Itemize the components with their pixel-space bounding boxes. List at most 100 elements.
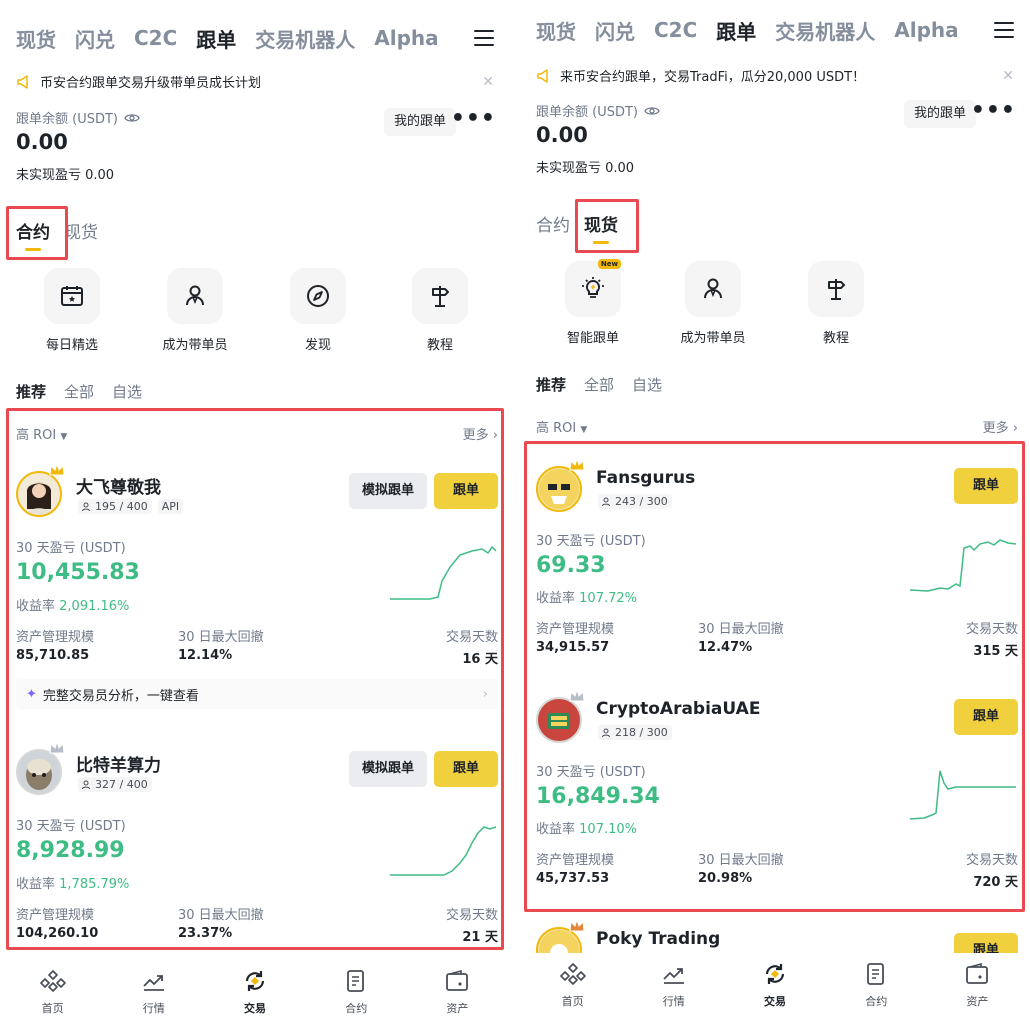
mdd-label: 30 日最大回撤 [178, 630, 264, 645]
tab-futures[interactable]: 合约 [16, 218, 50, 251]
quick-label: 成为带单员 [162, 338, 228, 353]
quick-daily-picks[interactable]: 每日精选 [22, 268, 122, 353]
nav-tab-spot[interactable]: 现货 [536, 16, 576, 45]
sort-label: 高 ROI [16, 428, 57, 443]
nav-tab-copy-trading[interactable]: 跟单 [716, 16, 756, 45]
tab-futures[interactable]: 合约 [536, 211, 570, 244]
bottom-nav-futures[interactable]: 合约 [306, 960, 407, 1029]
analysis-link[interactable]: ✦ 完整交易员分析，一键查看 › [16, 679, 498, 709]
tab-favorites[interactable]: 自选 [632, 374, 662, 395]
bottom-nav-label: 首页 [561, 995, 584, 1008]
menu-icon[interactable] [994, 22, 1014, 38]
trader-name[interactable]: 比特羊算力 [76, 751, 161, 776]
announcement-banner[interactable]: 币安合约跟单交易升级带单员成长计划 ✕ [16, 72, 500, 91]
announcement-banner[interactable]: 来币安合约跟单，交易TradFi，瓜分20,000 USDT！ ✕ [536, 66, 1020, 85]
bottom-nav-markets[interactable]: 行情 [103, 960, 204, 1029]
slots-badge: 218 / 300 [598, 725, 672, 740]
tab-spot[interactable]: 现货 [64, 218, 98, 251]
nav-tab-c2c[interactable]: C2C [654, 18, 697, 42]
quick-tutorial[interactable]: 教程 [390, 268, 490, 353]
nav-tab-copy-trading[interactable]: 跟单 [196, 24, 236, 53]
my-copy-button[interactable]: 我的跟单 [383, 108, 456, 136]
close-icon[interactable]: ✕ [1002, 68, 1014, 84]
sort-dropdown[interactable]: 高 ROI ▼ [536, 417, 587, 436]
pnl-value: 8,928.99 [16, 838, 125, 863]
trader-meta: 218 / 300 [598, 725, 678, 740]
trade-swap-icon [765, 964, 785, 984]
slots-text: 218 / 300 [615, 726, 668, 739]
quick-discover[interactable]: 发现 [268, 268, 368, 353]
nav-tab-c2c[interactable]: C2C [134, 26, 177, 50]
close-icon[interactable]: ✕ [482, 74, 494, 90]
trader-card[interactable]: Fansgurus 243 / 300 跟单 30 天盈亏 (USDT) 69.… [536, 457, 1018, 666]
bottom-nav-futures[interactable]: 合约 [826, 953, 927, 1029]
trader-card[interactable]: 比特羊算力 327 / 400 模拟跟单 跟单 30 天盈亏 (USDT) 8,… [16, 740, 498, 949]
copy-button[interactable]: 跟单 [434, 751, 498, 787]
more-icon[interactable]: ••• [451, 106, 496, 131]
quick-become-lead[interactable]: 成为带单员 [663, 261, 763, 346]
filter-row: 高 ROI ▼ 更多 › [16, 424, 498, 443]
trader-name[interactable]: 大飞尊敬我 [76, 473, 161, 498]
pnl-value: 69.33 [536, 553, 606, 578]
more-icon[interactable]: ••• [971, 98, 1016, 123]
trader-card[interactable]: 大飞尊敬我 195 / 400 API 模拟跟单 跟单 30 天盈亏 (USDT… [16, 462, 498, 709]
quick-smart-copy[interactable]: New 智能跟单 [543, 259, 643, 346]
bottom-nav-assets[interactable]: 资产 [927, 953, 1028, 1029]
trader-name[interactable]: CryptoArabiaUAE [596, 699, 760, 719]
top-nav: 现货 闪兑 C2C 跟单 交易机器人 Alpha [536, 14, 1020, 46]
quick-tutorial[interactable]: 教程 [786, 261, 886, 346]
balance-label-text: 跟单余额 (USDT) [536, 105, 638, 120]
avatar[interactable] [536, 466, 582, 512]
bottom-nav-label: 首页 [41, 1002, 64, 1015]
copy-button[interactable]: 跟单 [954, 468, 1018, 504]
menu-icon[interactable] [474, 30, 494, 46]
mock-copy-button[interactable]: 模拟跟单 [348, 751, 427, 787]
nav-tab-alpha[interactable]: Alpha [894, 18, 958, 42]
tab-spot[interactable]: 现货 [584, 211, 618, 244]
pnl-label: 30 天盈亏 (USDT) [16, 819, 126, 834]
my-copy-button[interactable]: 我的跟单 [903, 100, 976, 128]
avatar[interactable] [16, 471, 62, 517]
eye-icon[interactable] [644, 105, 660, 117]
quick-become-lead[interactable]: 成为带单员 [145, 268, 245, 353]
bottom-nav-home[interactable]: 首页 [2, 960, 103, 1029]
bottom-nav-assets[interactable]: 资产 [407, 960, 508, 1029]
tab-favorites[interactable]: 自选 [112, 381, 142, 402]
trader-name[interactable]: Fansgurus [596, 468, 695, 488]
tab-all[interactable]: 全部 [584, 374, 614, 395]
bottom-nav-home[interactable]: 首页 [522, 953, 623, 1029]
mock-copy-button[interactable]: 模拟跟单 [348, 473, 427, 509]
document-icon [347, 970, 365, 992]
tab-recommended[interactable]: 推荐 [16, 381, 46, 402]
nav-tab-bots[interactable]: 交易机器人 [255, 24, 355, 53]
trader-name[interactable]: Poky Trading [596, 929, 720, 949]
quick-label: 教程 [426, 338, 453, 353]
copy-button[interactable]: 跟单 [434, 473, 498, 509]
eye-icon[interactable] [124, 112, 140, 124]
trader-card[interactable]: CryptoArabiaUAE 218 / 300 跟单 30 天盈亏 (USD… [536, 688, 1018, 897]
more-link[interactable]: 更多 › [463, 424, 498, 443]
more-link[interactable]: 更多 › [983, 417, 1018, 436]
nav-tab-bots[interactable]: 交易机器人 [775, 16, 875, 45]
days-value: 16 天 [462, 652, 498, 667]
unrealized-pnl: 未实现盈亏 0.00 [536, 161, 635, 176]
nav-tab-convert[interactable]: 闪兑 [75, 24, 115, 53]
more-label: 更多 [462, 428, 489, 443]
days-label: 交易天数 [445, 630, 498, 645]
tab-all[interactable]: 全部 [64, 381, 94, 402]
bottom-nav-trade[interactable]: 交易 [724, 953, 825, 1029]
quick-label: 智能跟单 [566, 331, 619, 346]
bottom-nav-trade[interactable]: 交易 [204, 960, 305, 1029]
avatar[interactable] [16, 749, 62, 795]
avatar[interactable] [536, 697, 582, 743]
sort-dropdown[interactable]: 高 ROI ▼ [16, 424, 67, 443]
tab-recommended[interactable]: 推荐 [536, 374, 566, 395]
nav-tab-spot[interactable]: 现货 [16, 24, 56, 53]
copy-button[interactable]: 跟单 [954, 699, 1018, 735]
bottom-nav-label: 合约 [345, 1002, 368, 1015]
crown-icon [569, 918, 585, 932]
roi-label: 收益率 [536, 591, 576, 606]
nav-tab-convert[interactable]: 闪兑 [595, 16, 635, 45]
nav-tab-alpha[interactable]: Alpha [374, 26, 438, 50]
bottom-nav-markets[interactable]: 行情 [623, 953, 724, 1029]
